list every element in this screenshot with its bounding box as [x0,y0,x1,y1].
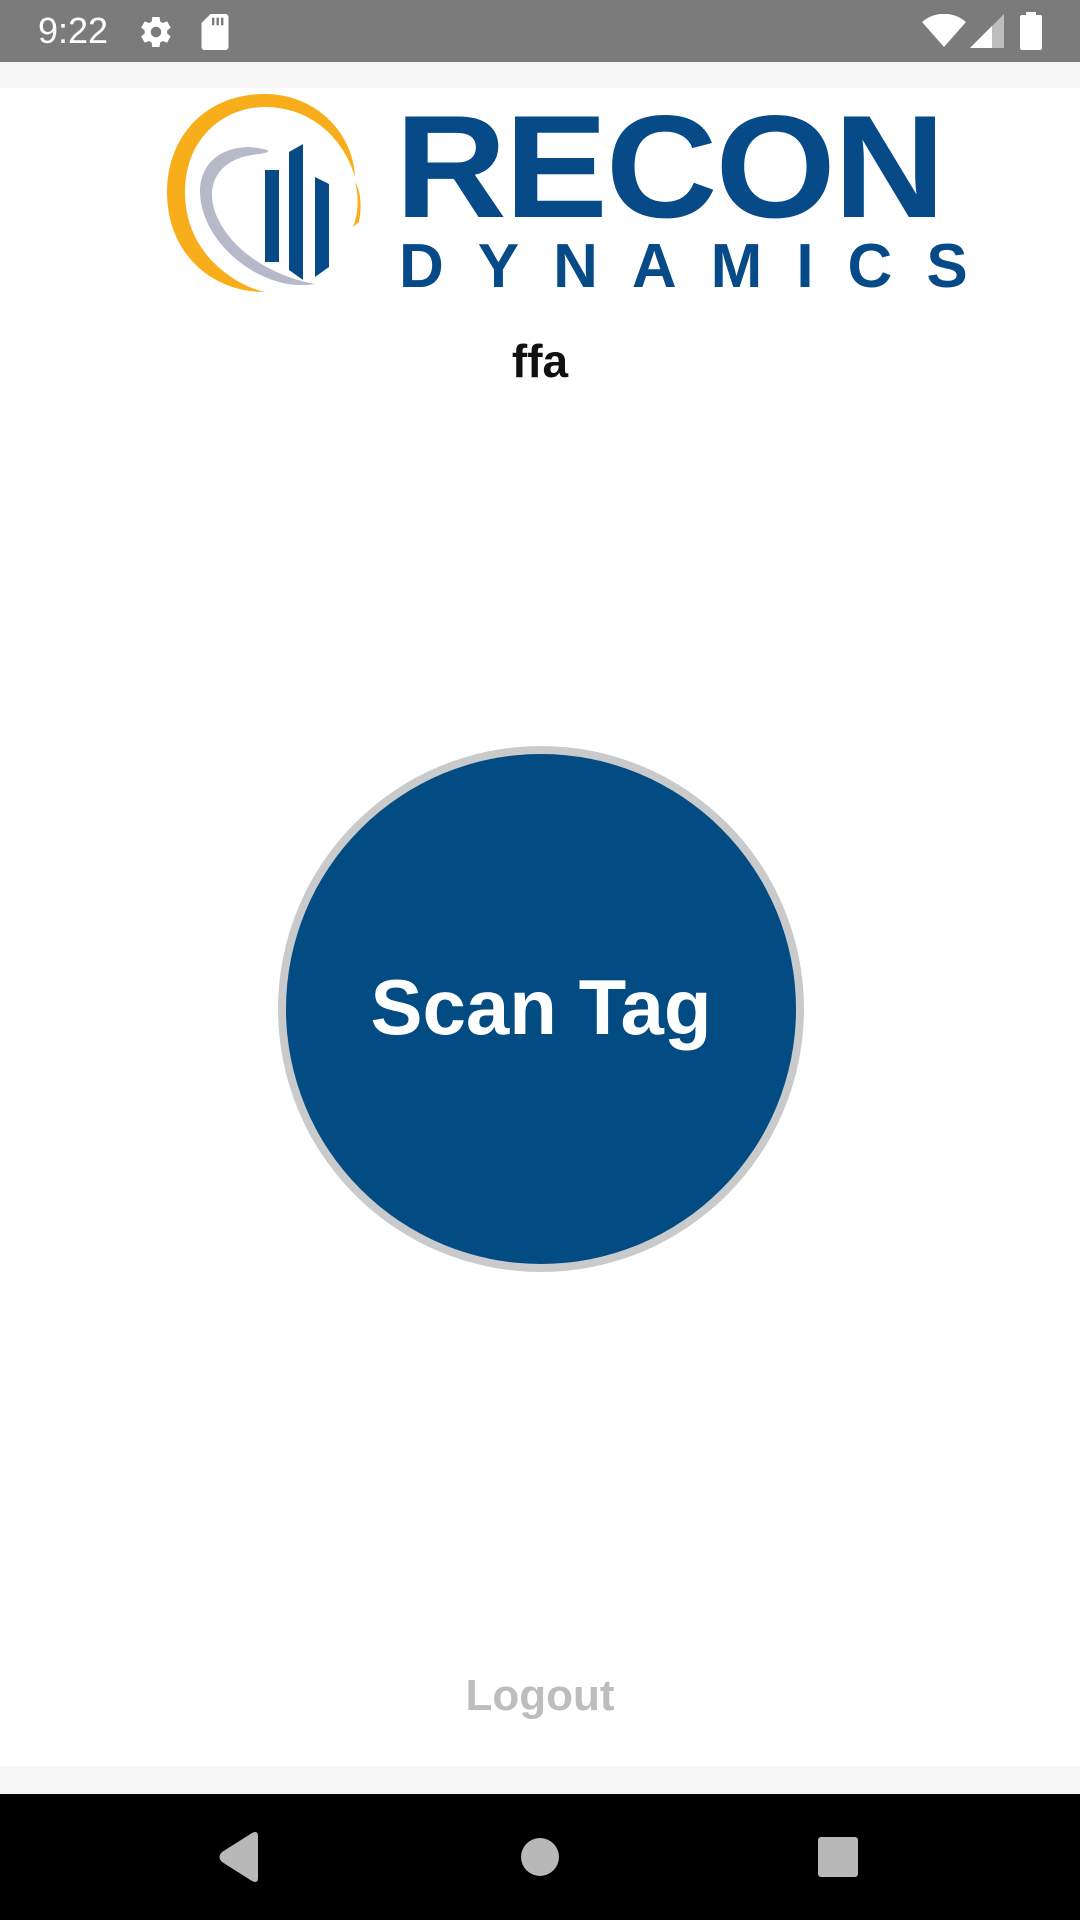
recon-dynamics-logo: RECON DYNAMICS [165,92,968,299]
logo-title: RECON [395,85,945,248]
sd-card-icon [201,14,229,50]
wifi-icon [922,14,966,47]
scan-tag-button[interactable]: Scan Tag [286,754,796,1264]
status-time: 9:22 [38,10,109,51]
battery-icon [1020,12,1042,50]
recents-icon[interactable] [803,1822,873,1892]
back-icon[interactable] [204,1822,274,1892]
navigation-bar [0,1794,1080,1920]
scan-tag-label: Scan Tag [370,963,712,1051]
logo-emblem-icon [167,94,361,292]
user-name: ffa [511,335,569,387]
logo-subtitle: DYNAMICS [399,232,1002,301]
settings-gear-icon [141,17,171,48]
logout-button[interactable]: Logout [0,1668,1080,1724]
status-bar: 9:22 [0,0,1080,62]
cellular-signal-icon [970,14,1004,48]
bottom-strip [0,1766,1080,1794]
screen: 9:22 RECON DYNAMICS ffa Scan Tag Logout [0,0,1080,1920]
home-icon[interactable] [505,1822,575,1892]
